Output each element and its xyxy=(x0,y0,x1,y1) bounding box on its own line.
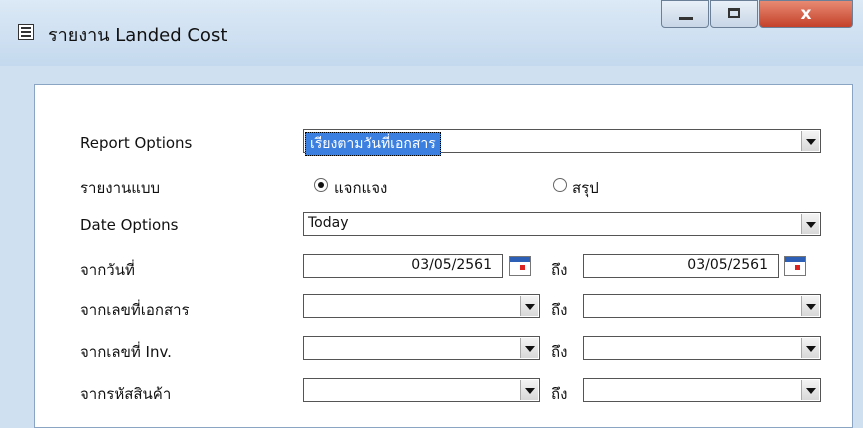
to-inv-no-select[interactable] xyxy=(583,336,821,360)
to-label: ถึง xyxy=(551,385,568,403)
to-doc-no-select[interactable] xyxy=(583,294,821,318)
title-bar[interactable]: รายงาน Landed Cost x xyxy=(0,0,863,66)
date-options-value: Today xyxy=(308,215,349,231)
window-title: รายงาน Landed Cost xyxy=(48,25,228,46)
from-date-label: จากวันที่ xyxy=(80,261,135,279)
chevron-down-icon[interactable] xyxy=(801,338,819,358)
chevron-down-icon[interactable] xyxy=(801,296,819,316)
chevron-down-icon[interactable] xyxy=(801,131,819,151)
chevron-down-icon[interactable] xyxy=(801,214,819,234)
from-doc-no-label: จากเลขที่เอกสาร xyxy=(80,301,190,319)
date-options-label: Date Options xyxy=(80,216,179,234)
report-icon xyxy=(18,24,34,40)
to-label: ถึง xyxy=(551,301,568,319)
to-label: ถึง xyxy=(551,261,568,279)
maximize-button[interactable] xyxy=(710,0,758,28)
calendar-icon[interactable] xyxy=(509,256,531,276)
chevron-down-icon[interactable] xyxy=(520,296,538,316)
from-inv-no-select[interactable] xyxy=(303,336,540,360)
from-date-value: 03/05/2561 xyxy=(411,257,492,273)
from-product-code-select[interactable] xyxy=(303,378,540,402)
close-button[interactable]: x xyxy=(759,0,853,28)
calendar-icon[interactable] xyxy=(784,256,806,276)
from-date-input[interactable]: 03/05/2561 xyxy=(303,254,503,278)
report-options-select[interactable]: เรียงตามวันที่เอกสาร xyxy=(303,129,821,156)
chevron-down-icon[interactable] xyxy=(520,338,538,358)
radio-detail-label[interactable]: แจกแจง xyxy=(334,176,387,200)
window-body xyxy=(10,66,853,428)
chevron-down-icon[interactable] xyxy=(801,380,819,400)
minimize-icon xyxy=(679,17,693,20)
to-label: ถึง xyxy=(551,343,568,361)
report-window: รายงาน Landed Cost x Report Options เรีย… xyxy=(0,0,863,428)
to-product-code-select[interactable] xyxy=(583,378,821,402)
report-options-value: เรียงตามวันที่เอกสาร xyxy=(305,132,441,156)
report-type-label: รายงานแบบ xyxy=(80,179,160,197)
from-product-code-label: จากรหัสสินค้า xyxy=(80,385,172,403)
radio-detail[interactable] xyxy=(314,178,328,192)
to-date-value: 03/05/2561 xyxy=(687,257,768,273)
minimize-button[interactable] xyxy=(661,0,709,28)
maximize-icon xyxy=(728,8,740,18)
radio-summary[interactable] xyxy=(553,178,567,192)
radio-summary-label[interactable]: สรุป xyxy=(572,176,599,200)
from-doc-no-select[interactable] xyxy=(303,294,540,318)
to-date-input[interactable]: 03/05/2561 xyxy=(583,254,779,278)
from-inv-no-label: จากเลขที่ Inv. xyxy=(80,343,172,361)
date-options-select[interactable]: Today xyxy=(303,212,821,236)
chevron-down-icon[interactable] xyxy=(520,380,538,400)
report-options-label: Report Options xyxy=(80,134,193,152)
close-icon: x xyxy=(800,4,812,24)
